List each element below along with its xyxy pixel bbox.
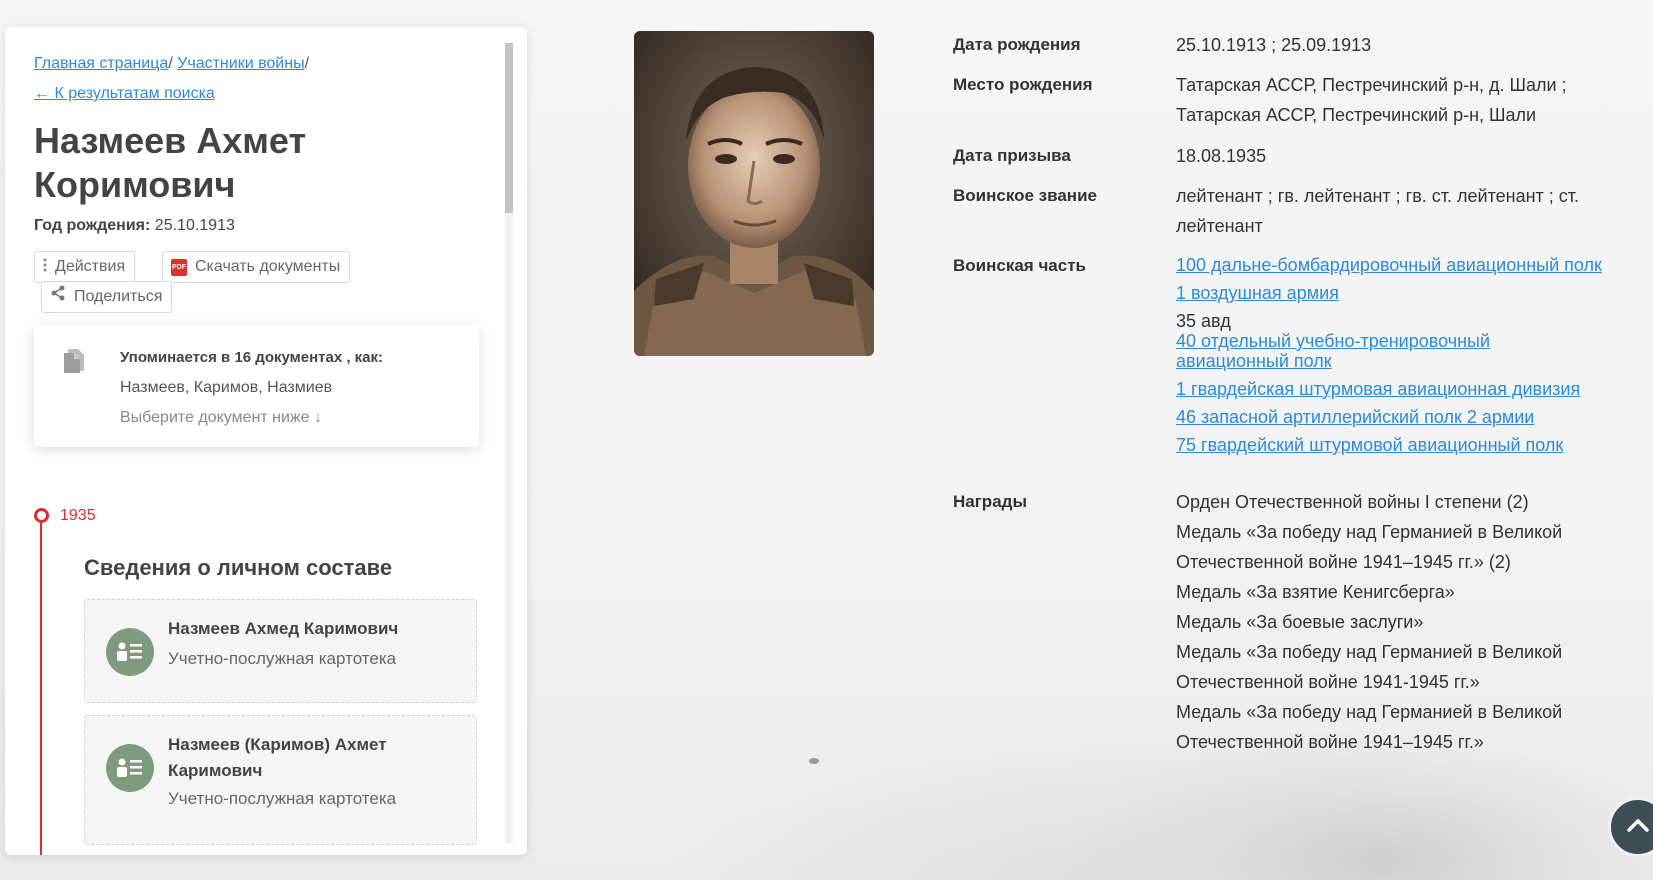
birth-place-value: Татарская АССР, Пестречинский р-н, д. Ша… <box>1176 75 1567 125</box>
award-item: Медаль «За боевые заслуги» <box>1176 612 1424 632</box>
unit-label: Воинская часть <box>953 256 1086 275</box>
unit-link[interactable]: 46 запасной артиллерийский полк 2 армии <box>1176 403 1636 431</box>
award-item: Медаль «За победу над Германией в Велико… <box>1176 702 1563 752</box>
breadcrumb-participants-link[interactable]: Участники войны <box>177 55 304 72</box>
sidebar-scrollbar[interactable] <box>505 43 513 843</box>
download-button-label: Скачать документы <box>195 258 341 275</box>
birth-year: Год рождения: 25.10.1913 <box>34 213 235 239</box>
birth-place-label: Место рождения <box>953 75 1093 94</box>
share-icon <box>50 282 66 312</box>
personnel-card-icon <box>106 628 154 676</box>
unit-link[interactable]: 75 гвардейский штурмовой авиационный пол… <box>1176 431 1636 459</box>
timeline-marker <box>34 508 49 523</box>
unit-link[interactable]: 100 дальне-бомбардировочный авиационный … <box>1176 251 1636 279</box>
birth-year-value: 25.10.1913 <box>154 217 235 234</box>
download-documents-button[interactable]: PDF Скачать документы <box>162 251 351 283</box>
actions-button[interactable]: Действия <box>34 251 136 283</box>
record-name: Назмеев Ахмед Каримович <box>168 619 399 638</box>
share-button[interactable]: Поделиться <box>41 281 173 313</box>
award-item: Медаль «За взятие Кенигсберга» <box>1176 582 1455 602</box>
awards-label: Награды <box>953 492 1027 511</box>
mentions-card: Упоминается в 16 документах , как: Назме… <box>34 325 479 447</box>
unit-link[interactable]: 1 гвардейская штурмовая авиационная диви… <box>1176 375 1636 403</box>
record-type: Учетно-послужная картотека <box>168 789 397 808</box>
breadcrumb: Главная страница/ Участники войны/ <box>34 49 309 79</box>
rank-label: Воинское звание <box>953 186 1097 205</box>
sidebar-scrollbar-thumb[interactable] <box>505 43 513 213</box>
record-card[interactable]: Назмеев Ахмед Каримович Учетно-послужная… <box>84 599 477 703</box>
mentions-title: Упоминается в 16 документах , как: <box>120 349 384 366</box>
mentions-names: Назмеев, Каримов, Назмиев <box>120 379 333 396</box>
person-name: Назмеев Ахмет Коримович <box>34 120 307 205</box>
record-type: Учетно-послужная картотека <box>168 649 397 668</box>
record-card[interactable]: Назмеев (Каримов) Ахмет Каримович Учетно… <box>84 715 477 845</box>
birth-date-value: 25.10.1913 ; 25.09.1913 <box>1176 35 1372 55</box>
personnel-card-icon <box>106 744 154 792</box>
timeline-line <box>40 515 42 855</box>
birth-date-label: Дата рождения <box>953 35 1081 54</box>
back-to-results-link[interactable]: ← К результатам поиска <box>34 79 215 109</box>
birth-year-label: Год рождения: <box>34 217 151 234</box>
breadcrumb-separator: / <box>304 55 310 72</box>
timeline-year: 1935 <box>60 507 96 524</box>
share-button-label: Поделиться <box>74 288 163 305</box>
award-item: Медаль «За победу над Германией в Велико… <box>1176 642 1563 692</box>
pdf-icon: PDF <box>171 258 187 276</box>
breadcrumb-home-link[interactable]: Главная страница <box>34 55 168 72</box>
person-photo <box>634 31 874 356</box>
unit-text: 35 авд <box>1176 311 1231 331</box>
vertical-dots-icon <box>43 252 47 282</box>
person-sidebar: Главная страница/ Участники войны/ ← К р… <box>5 27 527 855</box>
awards-list: Орден Отечественной войны I степени (2) … <box>1176 487 1606 757</box>
breadcrumb-separator: / <box>168 55 178 72</box>
record-name: Назмеев (Каримов) Ахмет Каримович <box>168 735 387 780</box>
scroll-to-top-button[interactable] <box>1608 797 1653 857</box>
actions-button-label: Действия <box>55 258 126 275</box>
draft-date-value: 18.08.1935 <box>1176 146 1267 166</box>
documents-icon <box>62 347 86 380</box>
unit-list: 100 дальне-бомбардировочный авиационный … <box>1176 251 1636 459</box>
unit-link[interactable]: 40 отдельный учебно-тренировочный авиаци… <box>1176 331 1516 375</box>
background-speck <box>809 758 819 764</box>
draft-date-label: Дата призыва <box>953 146 1071 165</box>
section-title: Сведения о личном составе <box>84 555 393 580</box>
chevron-up-icon <box>1626 817 1650 838</box>
award-item: Медаль «За победу над Германией в Велико… <box>1176 522 1563 572</box>
mentions-hint: Выберите документ ниже ↓ <box>120 409 322 426</box>
unit-link[interactable]: 1 воздушная армия <box>1176 279 1636 307</box>
rank-value: лейтенант ; гв. лейтенант ; гв. ст. лейт… <box>1176 186 1580 236</box>
award-item: Орден Отечественной войны I степени (2) <box>1176 492 1529 512</box>
